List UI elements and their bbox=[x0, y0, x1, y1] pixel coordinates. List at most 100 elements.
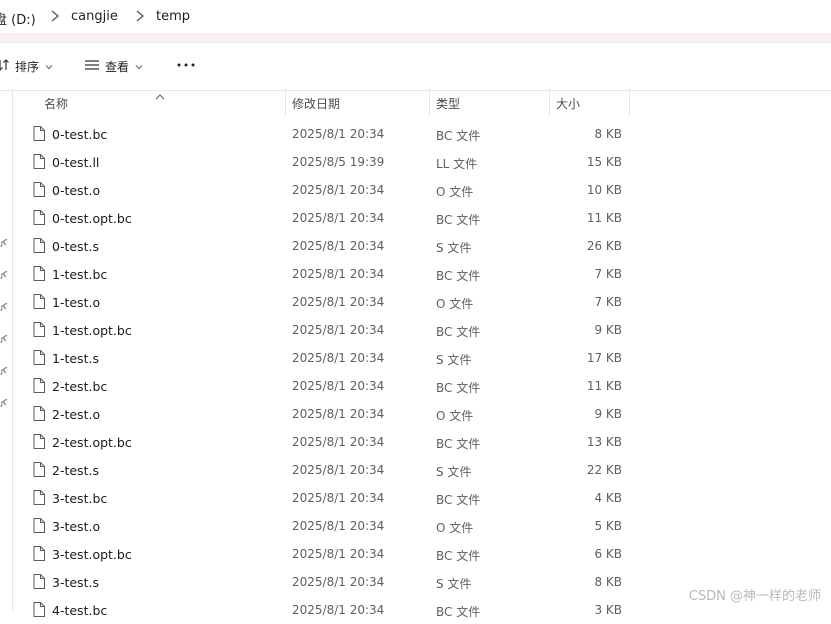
file-icon bbox=[33, 406, 45, 425]
file-name: 0-test.opt.bc bbox=[52, 211, 132, 226]
sort-button[interactable]: 排序 bbox=[0, 56, 53, 76]
more-options-button[interactable] bbox=[176, 55, 196, 75]
file-type: BC 文件 bbox=[436, 493, 481, 507]
file-modified: 2025/8/1 20:34 bbox=[292, 267, 385, 281]
breadcrumb-cangjie[interactable]: cangjie bbox=[71, 9, 118, 24]
column-size-header[interactable]: 大小 bbox=[556, 95, 580, 112]
file-name: 0-test.ll bbox=[52, 155, 100, 170]
file-type: BC 文件 bbox=[436, 129, 481, 143]
file-modified: 2025/8/1 20:34 bbox=[292, 295, 385, 309]
watermark: CSDN @神一样的老师 bbox=[688, 589, 821, 604]
file-icon bbox=[33, 462, 45, 481]
file-name: 2-test.opt.bc bbox=[52, 435, 132, 450]
file-icon bbox=[33, 210, 45, 229]
file-name: 3-test.opt.bc bbox=[52, 547, 132, 562]
file-icon bbox=[33, 546, 45, 565]
column-divider[interactable] bbox=[549, 89, 550, 116]
file-name: 1-test.opt.bc bbox=[52, 323, 132, 338]
pin-icon bbox=[0, 233, 8, 248]
file-row[interactable]: 3-test.opt.bc 2025/8/1 20:34 BC 文件 6 KB bbox=[12, 540, 831, 568]
file-icon bbox=[33, 574, 45, 593]
file-size: 3 KB bbox=[594, 603, 622, 617]
pin-icon bbox=[0, 329, 8, 344]
address-bar[interactable]: 盘 (D:) cangjie temp bbox=[0, 0, 831, 33]
file-modified: 2025/8/1 20:34 bbox=[292, 491, 385, 505]
file-size: 7 KB bbox=[594, 295, 622, 309]
file-row[interactable]: 3-test.o 2025/8/1 20:34 O 文件 5 KB bbox=[12, 512, 831, 540]
file-row[interactable]: 0-test.bc 2025/8/1 20:34 BC 文件 8 KB bbox=[12, 120, 831, 148]
file-row[interactable]: 2-test.opt.bc 2025/8/1 20:34 BC 文件 13 KB bbox=[12, 428, 831, 456]
file-size: 22 KB bbox=[586, 463, 622, 477]
file-type: O 文件 bbox=[436, 409, 474, 423]
breadcrumb-temp[interactable]: temp bbox=[156, 9, 190, 24]
file-name: 0-test.o bbox=[52, 183, 101, 198]
file-type: S 文件 bbox=[436, 465, 472, 479]
file-type: O 文件 bbox=[436, 185, 474, 199]
file-size: 11 KB bbox=[586, 379, 622, 393]
file-type: S 文件 bbox=[436, 577, 472, 591]
file-name: 0-test.bc bbox=[52, 127, 108, 142]
file-size: 11 KB bbox=[586, 211, 622, 225]
column-header: 名称 修改日期 类型 大小 bbox=[12, 89, 831, 116]
view-button[interactable]: 查看 bbox=[84, 56, 143, 76]
column-type-header[interactable]: 类型 bbox=[436, 95, 460, 112]
file-name: 1-test.bc bbox=[52, 267, 108, 282]
column-divider[interactable] bbox=[429, 89, 430, 116]
file-row[interactable]: 2-test.o 2025/8/1 20:34 O 文件 9 KB bbox=[12, 400, 831, 428]
file-modified: 2025/8/1 20:34 bbox=[292, 519, 385, 533]
address-band bbox=[0, 33, 831, 42]
file-icon bbox=[33, 238, 45, 257]
file-size: 8 KB bbox=[594, 575, 622, 589]
column-modified-header[interactable]: 修改日期 bbox=[292, 95, 340, 112]
file-size: 5 KB bbox=[594, 519, 622, 533]
file-modified: 2025/8/1 20:34 bbox=[292, 323, 385, 337]
file-row[interactable]: 2-test.s 2025/8/1 20:34 S 文件 22 KB bbox=[12, 456, 831, 484]
file-name: 1-test.s bbox=[52, 351, 99, 366]
file-modified: 2025/8/1 20:34 bbox=[292, 379, 385, 393]
pin-icon bbox=[0, 393, 8, 408]
file-modified: 2025/8/1 20:34 bbox=[292, 211, 385, 225]
file-type: S 文件 bbox=[436, 353, 472, 367]
column-name-header[interactable]: 名称 bbox=[44, 95, 68, 112]
file-modified: 2025/8/1 20:34 bbox=[292, 547, 385, 561]
file-row[interactable]: 1-test.s 2025/8/1 20:34 S 文件 17 KB bbox=[12, 344, 831, 372]
file-row[interactable]: 2-test.bc 2025/8/1 20:34 BC 文件 11 KB bbox=[12, 372, 831, 400]
file-type: BC 文件 bbox=[436, 381, 481, 395]
file-icon bbox=[33, 518, 45, 537]
file-row[interactable]: 0-test.o 2025/8/1 20:34 O 文件 10 KB bbox=[12, 176, 831, 204]
file-name: 2-test.o bbox=[52, 407, 101, 422]
file-icon bbox=[33, 154, 45, 173]
file-modified: 2025/8/5 19:39 bbox=[292, 155, 385, 169]
breadcrumb-drive[interactable]: 盘 (D:) bbox=[0, 9, 36, 28]
file-type: BC 文件 bbox=[436, 325, 481, 339]
file-icon bbox=[33, 490, 45, 509]
pin-icon bbox=[0, 265, 8, 280]
file-name: 3-test.o bbox=[52, 519, 101, 534]
file-modified: 2025/8/1 20:34 bbox=[292, 575, 385, 589]
file-type: O 文件 bbox=[436, 297, 474, 311]
file-modified: 2025/8/1 20:34 bbox=[292, 183, 385, 197]
file-modified: 2025/8/1 20:34 bbox=[292, 239, 385, 253]
file-type: S 文件 bbox=[436, 241, 472, 255]
file-icon bbox=[33, 266, 45, 285]
file-row[interactable]: 1-test.bc 2025/8/1 20:34 BC 文件 7 KB bbox=[12, 260, 831, 288]
file-modified: 2025/8/1 20:34 bbox=[292, 603, 385, 617]
file-type: LL 文件 bbox=[436, 157, 478, 171]
file-size: 15 KB bbox=[586, 155, 622, 169]
file-name: 3-test.s bbox=[52, 575, 99, 590]
file-row[interactable]: 1-test.opt.bc 2025/8/1 20:34 BC 文件 9 KB bbox=[12, 316, 831, 344]
column-divider[interactable] bbox=[629, 89, 630, 116]
file-icon bbox=[33, 182, 45, 201]
file-modified: 2025/8/1 20:34 bbox=[292, 351, 385, 365]
file-row[interactable]: 0-test.opt.bc 2025/8/1 20:34 BC 文件 11 KB bbox=[12, 204, 831, 232]
view-label: 查看 bbox=[105, 59, 130, 74]
file-row[interactable]: 0-test.s 2025/8/1 20:34 S 文件 26 KB bbox=[12, 232, 831, 260]
file-icon bbox=[33, 350, 45, 369]
file-size: 4 KB bbox=[594, 491, 622, 505]
file-row[interactable]: 3-test.bc 2025/8/1 20:34 BC 文件 4 KB bbox=[12, 484, 831, 512]
file-icon bbox=[33, 294, 45, 313]
file-row[interactable]: 1-test.o 2025/8/1 20:34 O 文件 7 KB bbox=[12, 288, 831, 316]
column-divider[interactable] bbox=[285, 89, 286, 116]
file-row[interactable]: 0-test.ll 2025/8/5 19:39 LL 文件 15 KB bbox=[12, 148, 831, 176]
chevron-right-icon bbox=[49, 9, 61, 23]
